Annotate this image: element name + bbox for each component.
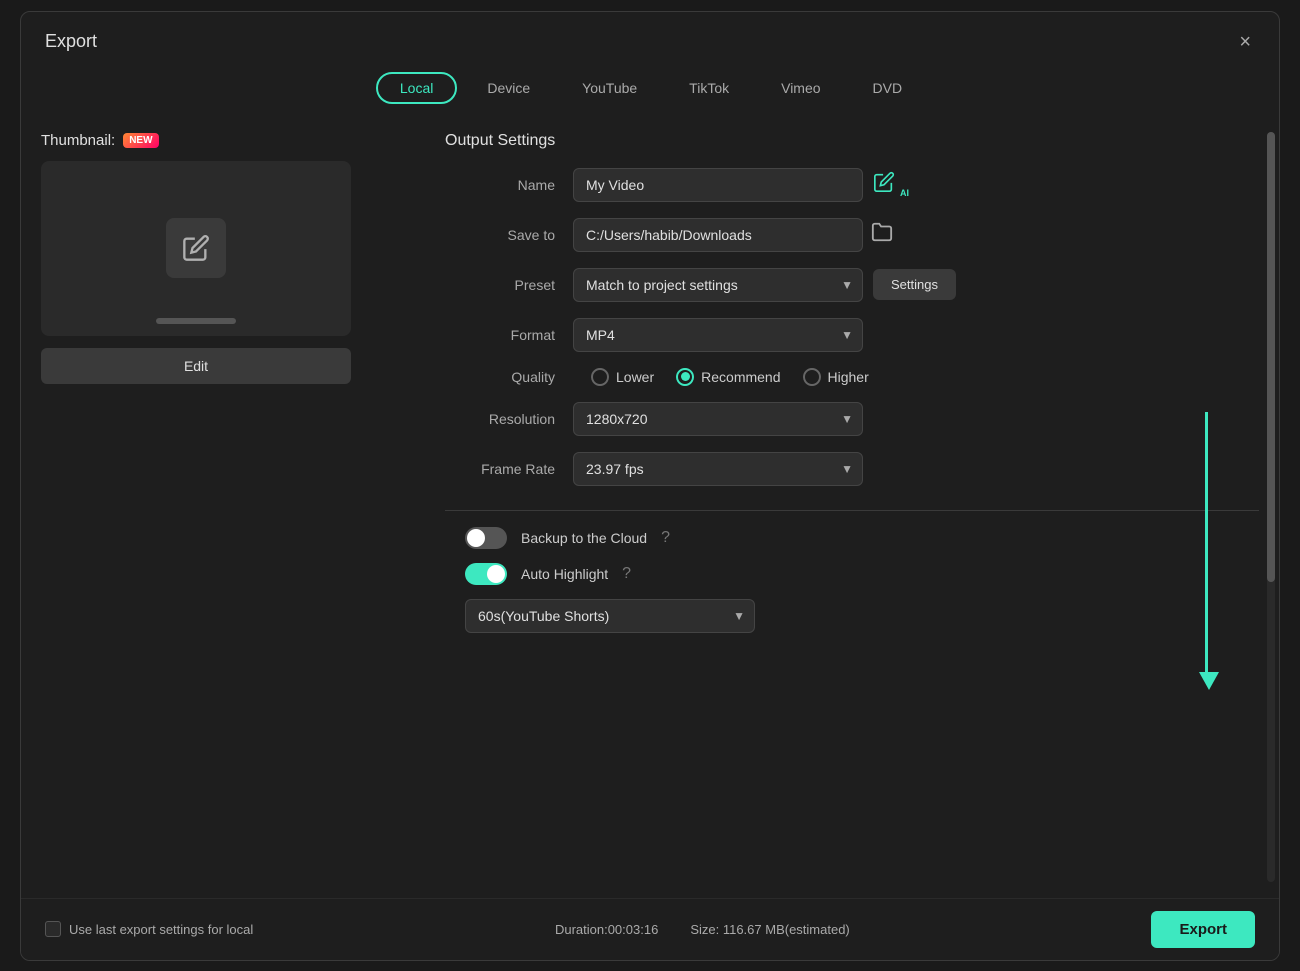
- quality-options: Lower Recommend Higher: [591, 368, 869, 386]
- tab-local[interactable]: Local: [376, 72, 457, 104]
- ai-rename-icon[interactable]: AI: [873, 171, 909, 198]
- tab-youtube[interactable]: YouTube: [560, 72, 659, 104]
- tab-dvd[interactable]: DVD: [851, 72, 925, 104]
- content-area: Thumbnail: NEW Edit Output Settings Name: [21, 116, 1279, 898]
- thumbnail-bar: [156, 318, 236, 324]
- auto-highlight-row: Auto Highlight ?: [445, 563, 1259, 585]
- quality-higher[interactable]: Higher: [803, 368, 869, 386]
- resolution-label: Resolution: [445, 411, 555, 427]
- thumbnail-icon: [166, 218, 226, 278]
- output-settings-title: Output Settings: [445, 132, 1259, 150]
- quality-higher-radio[interactable]: [803, 368, 821, 386]
- thumbnail-preview: [41, 161, 351, 336]
- frame-rate-label: Frame Rate: [445, 461, 555, 477]
- preset-select-wrapper: Match to project settings ▼: [573, 268, 863, 302]
- tab-bar: Local Device YouTube TikTok Vimeo DVD: [21, 64, 1279, 116]
- format-row: Format MP4 ▼: [445, 318, 1259, 352]
- bottom-info: Duration:00:03:16 Size: 116.67 MB(estima…: [555, 922, 850, 937]
- new-badge: NEW: [123, 133, 158, 148]
- folder-icon[interactable]: [871, 221, 893, 248]
- tab-tiktok[interactable]: TikTok: [667, 72, 751, 104]
- save-to-input-group: [573, 218, 893, 252]
- backup-cloud-help-icon[interactable]: ?: [661, 529, 670, 547]
- use-last-label: Use last export settings for local: [69, 922, 253, 937]
- save-to-label: Save to: [445, 227, 555, 243]
- radio-dot: [681, 372, 690, 381]
- quality-recommend[interactable]: Recommend: [676, 368, 780, 386]
- scrollbar-track[interactable]: [1267, 132, 1275, 882]
- thumbnail-text: Thumbnail:: [41, 132, 115, 149]
- save-to-input[interactable]: [573, 218, 863, 252]
- bottom-bar: Use last export settings for local Durat…: [21, 898, 1279, 960]
- quality-recommend-radio[interactable]: [676, 368, 694, 386]
- quality-higher-label: Higher: [828, 369, 869, 385]
- edit-button[interactable]: Edit: [41, 348, 351, 384]
- auto-highlight-toggle[interactable]: [465, 563, 507, 585]
- toggle-knob-2: [487, 565, 505, 583]
- preset-row: Preset Match to project settings ▼ Setti…: [445, 268, 1259, 302]
- highlight-select[interactable]: 60s(YouTube Shorts): [465, 599, 755, 633]
- save-to-row: Save to: [445, 218, 1259, 252]
- use-last-settings: Use last export settings for local: [45, 921, 253, 937]
- quality-lower[interactable]: Lower: [591, 368, 654, 386]
- use-last-checkbox[interactable]: [45, 921, 61, 937]
- backup-cloud-row: Backup to the Cloud ?: [445, 527, 1259, 549]
- tab-vimeo[interactable]: Vimeo: [759, 72, 842, 104]
- name-row: Name AI: [445, 168, 1259, 202]
- highlight-select-wrapper: 60s(YouTube Shorts) ▼: [465, 599, 755, 633]
- preset-select[interactable]: Match to project settings: [573, 268, 863, 302]
- quality-lower-label: Lower: [616, 369, 654, 385]
- export-dialog: Export × Local Device YouTube TikTok Vim…: [20, 11, 1280, 961]
- size-text: Size: 116.67 MB(estimated): [690, 922, 849, 937]
- duration-text: Duration:00:03:16: [555, 922, 658, 937]
- right-panel: Output Settings Name AI Save to: [445, 132, 1259, 882]
- divider: [445, 510, 1259, 511]
- frame-rate-select[interactable]: 23.97 fps: [573, 452, 863, 486]
- close-button[interactable]: ×: [1235, 28, 1255, 56]
- backup-cloud-toggle[interactable]: [465, 527, 507, 549]
- format-select-wrapper: MP4 ▼: [573, 318, 863, 352]
- frame-rate-select-wrapper: 23.97 fps ▼: [573, 452, 863, 486]
- arrow-head: [1199, 672, 1219, 690]
- quality-recommend-label: Recommend: [701, 369, 780, 385]
- preset-label: Preset: [445, 277, 555, 293]
- resolution-row: Resolution 1280x720 ▼: [445, 402, 1259, 436]
- quality-row: Quality Lower Recommend Higher: [445, 368, 1259, 386]
- dialog-title: Export: [45, 31, 97, 52]
- scrollbar-thumb[interactable]: [1267, 132, 1275, 582]
- tab-device[interactable]: Device: [465, 72, 552, 104]
- name-input[interactable]: [573, 168, 863, 202]
- auto-highlight-label: Auto Highlight: [521, 566, 608, 582]
- backup-cloud-label: Backup to the Cloud: [521, 530, 647, 546]
- quality-lower-radio[interactable]: [591, 368, 609, 386]
- export-button[interactable]: Export: [1151, 911, 1255, 948]
- thumbnail-section-label: Thumbnail: NEW: [41, 132, 421, 149]
- frame-rate-row: Frame Rate 23.97 fps ▼: [445, 452, 1259, 486]
- toggle-knob: [467, 529, 485, 547]
- highlight-dropdown-row: 60s(YouTube Shorts) ▼: [445, 599, 1259, 633]
- format-select[interactable]: MP4: [573, 318, 863, 352]
- format-label: Format: [445, 327, 555, 343]
- resolution-select-wrapper: 1280x720 ▼: [573, 402, 863, 436]
- quality-label: Quality: [445, 369, 555, 385]
- settings-button[interactable]: Settings: [873, 269, 956, 300]
- left-panel: Thumbnail: NEW Edit: [41, 132, 421, 882]
- title-bar: Export ×: [21, 12, 1279, 64]
- name-label: Name: [445, 177, 555, 193]
- auto-highlight-help-icon[interactable]: ?: [622, 565, 631, 583]
- resolution-select[interactable]: 1280x720: [573, 402, 863, 436]
